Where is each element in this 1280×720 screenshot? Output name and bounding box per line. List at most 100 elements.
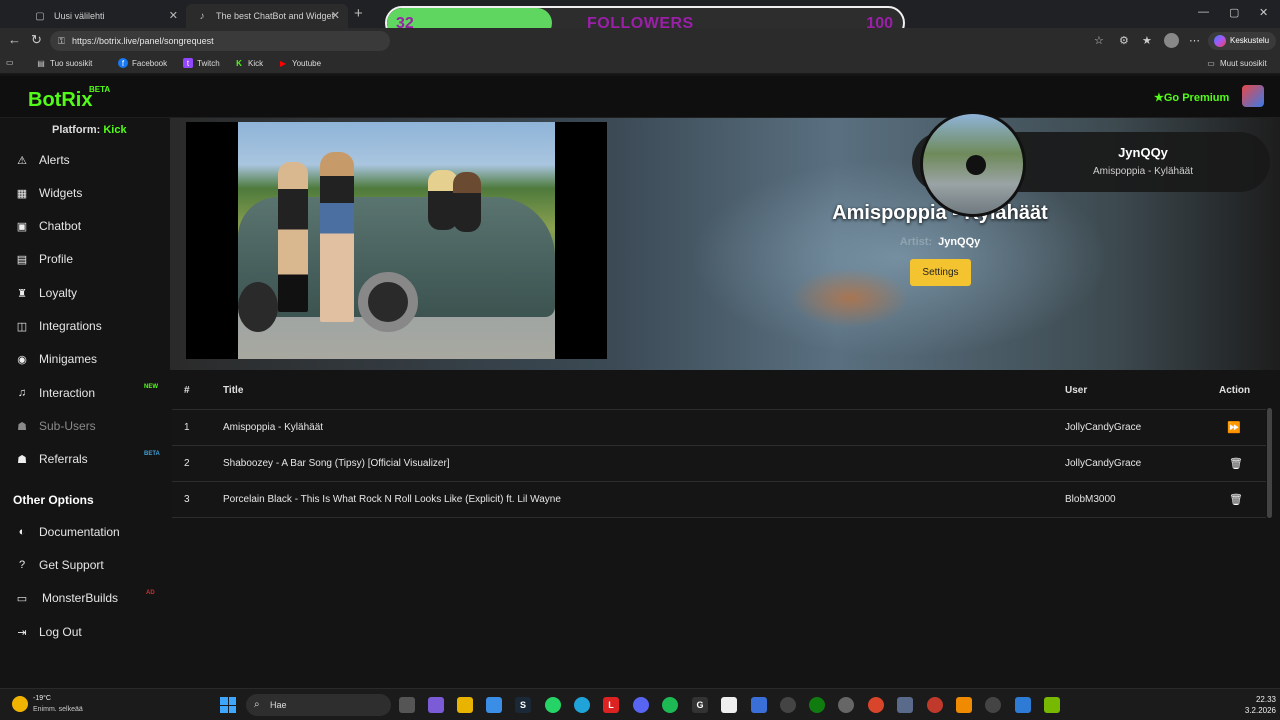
more-menu-icon[interactable]: ⋯ — [1189, 34, 1200, 47]
maximize-icon[interactable]: ▢ — [1229, 6, 1239, 19]
bookmark-label: Kick — [248, 58, 264, 68]
video-thumbnail[interactable] — [238, 122, 555, 359]
whatsapp-icon[interactable] — [545, 697, 561, 713]
app-icon[interactable] — [927, 697, 943, 713]
mail-icon[interactable] — [751, 697, 767, 713]
copilot-chat-button[interactable]: Keskustelu — [1208, 32, 1276, 50]
weather-icon[interactable] — [12, 696, 28, 712]
sidebar-item-alerts[interactable]: ⚠ Alerts — [14, 149, 164, 171]
settings-gear-icon[interactable] — [780, 697, 796, 713]
row-title: Shaboozey - A Bar Song (Tipsy) [Official… — [223, 458, 450, 469]
favorites-icon[interactable]: ★ — [1142, 34, 1152, 47]
sidebar-item-label: Profile — [39, 252, 74, 266]
app-icon[interactable] — [1015, 697, 1031, 713]
youtube-icon: ▶ — [279, 58, 287, 68]
obs-icon[interactable] — [838, 697, 854, 713]
xbox-icon[interactable] — [809, 697, 825, 713]
extensions-icon[interactable]: ⚙ — [1119, 34, 1129, 47]
url-field[interactable]: ⚿ https://botrix.live/panel/songrequest — [50, 31, 390, 51]
sidebar-item-chatbot[interactable]: ▣ Chatbot — [14, 215, 164, 237]
logitech-icon[interactable]: G — [692, 697, 708, 713]
other-bookmarks[interactable]: ▭ Muut suosikit — [1206, 58, 1267, 68]
question-icon: ? — [18, 559, 26, 571]
bookmark-facebook[interactable]: f Facebook — [118, 58, 167, 68]
sidebar-item-get-support[interactable]: ? Get Support — [14, 554, 164, 576]
close-window-icon[interactable]: ✕ — [1259, 6, 1268, 19]
browser-tab-active[interactable]: ♪ The best ChatBot and Widget ✕ — [186, 4, 348, 28]
taskbar-search[interactable]: ⌕ Hae — [246, 694, 391, 716]
tab-title: The best ChatBot and Widget — [216, 11, 335, 21]
sidebar-item-label: Loyalty — [39, 286, 78, 300]
nvidia-icon[interactable] — [1044, 697, 1060, 713]
now-playing-song: Amispoppia - Kylähäät — [1092, 166, 1194, 177]
sidebar-item-loyalty[interactable]: ♜ Loyalty — [14, 282, 164, 304]
bookmark-import[interactable]: ▤ Tuo suosikit — [36, 58, 92, 68]
vlc-icon[interactable] — [956, 697, 972, 713]
sidebar-item-interaction[interactable]: ♫ Interaction — [14, 382, 164, 404]
sidebar-toggle-icon[interactable]: ▭ — [6, 58, 14, 67]
bookmarks-bar: ▭ ▤ Tuo suosikit f Facebook t Twitch K K… — [0, 54, 1280, 74]
discord-icon[interactable] — [633, 697, 649, 713]
sidebar-item-label: Alerts — [39, 153, 70, 167]
skip-forward-icon[interactable]: ⏩ — [1227, 421, 1241, 434]
warning-icon: ⚠ — [17, 154, 27, 167]
steam-icon[interactable]: S — [515, 697, 531, 713]
now-playing-disc — [920, 111, 1026, 217]
sidebar-item-integrations[interactable]: ◫ Integrations — [14, 315, 164, 337]
user-avatar[interactable] — [1242, 85, 1264, 107]
sidebar-item-widgets[interactable]: ▦ Widgets — [14, 182, 164, 204]
minimize-icon[interactable]: — — [1198, 6, 1209, 18]
sidebar-item-monsterbuilds[interactable]: ▭ MonsterBuilds — [14, 587, 164, 609]
new-tab-button[interactable]: + — [354, 5, 363, 22]
sidebar-item-sub-users[interactable]: ☗ Sub-Users — [14, 415, 164, 437]
back-icon[interactable]: ← — [8, 32, 21, 47]
site-info-icon[interactable]: ⚿ — [58, 31, 65, 51]
sidebar-item-minigames[interactable]: ◉ Minigames — [14, 348, 164, 370]
spotify-icon[interactable] — [662, 697, 678, 713]
table-row: 3 Porcelain Black - This Is What Rock N … — [172, 481, 1266, 517]
trash-icon[interactable]: 🗑 — [1229, 457, 1243, 470]
scrollbar[interactable] — [1267, 408, 1272, 518]
close-tab-icon[interactable]: ✕ — [331, 9, 340, 22]
sidebar-item-referrals[interactable]: ☗ Referrals — [14, 448, 164, 470]
bookmark-kick[interactable]: K Kick — [234, 58, 263, 68]
task-view-icon[interactable] — [399, 697, 415, 713]
bookmark-youtube[interactable]: ▶ Youtube — [278, 58, 321, 68]
windows-start-icon[interactable] — [220, 697, 236, 713]
other-options-heading: Other Options — [13, 493, 94, 507]
close-tab-icon[interactable]: ✕ — [169, 9, 178, 22]
browser-tab[interactable]: ▢ Uusi välilehti ✕ — [24, 4, 186, 28]
store-icon[interactable] — [486, 697, 502, 713]
ea-icon[interactable] — [868, 697, 884, 713]
botrix-logo[interactable]: BotRix — [28, 89, 92, 112]
reload-icon[interactable]: ↻ — [31, 32, 42, 48]
app-icon[interactable] — [897, 697, 913, 713]
clock-time[interactable]: 22.33 — [1236, 695, 1276, 704]
sidebar-item-log-out[interactable]: ⇥ Log Out — [14, 621, 164, 643]
clock-date[interactable]: 3.2.2026 — [1236, 706, 1276, 715]
facebook-icon: f — [118, 58, 128, 68]
weather-desc[interactable]: Enimm. selkeää — [33, 706, 83, 713]
weather-temp[interactable]: -19°C — [33, 695, 51, 702]
profile-avatar[interactable] — [1164, 33, 1179, 48]
column-header-user: User — [1065, 385, 1088, 396]
bookmark-twitch[interactable]: t Twitch — [183, 58, 220, 68]
other-bookmarks-label: Muut suosikit — [1220, 58, 1267, 68]
logout-icon: ⇥ — [17, 626, 27, 639]
file-explorer-icon[interactable] — [457, 697, 473, 713]
logo-beta-badge: BETA — [89, 85, 111, 94]
go-premium-link[interactable]: ★Go Premium — [1154, 91, 1229, 104]
table-divider — [172, 517, 1266, 518]
app-icon[interactable] — [985, 697, 1001, 713]
edge-icon[interactable] — [574, 697, 590, 713]
profile-card-icon: ▤ — [16, 253, 28, 266]
sidebar-item-documentation[interactable]: ◐ Documentation — [14, 521, 164, 543]
notepad-icon[interactable] — [721, 697, 737, 713]
trash-icon[interactable]: 🗑 — [1229, 493, 1243, 506]
favorite-star-icon[interactable]: ☆ — [1094, 34, 1104, 47]
l-app-icon[interactable]: L — [603, 697, 619, 713]
settings-button[interactable]: Settings — [910, 259, 971, 286]
teams-icon[interactable] — [428, 697, 444, 713]
sidebar-item-profile[interactable]: ▤ Profile — [14, 248, 164, 270]
sidebar-item-label: Get Support — [39, 558, 104, 572]
